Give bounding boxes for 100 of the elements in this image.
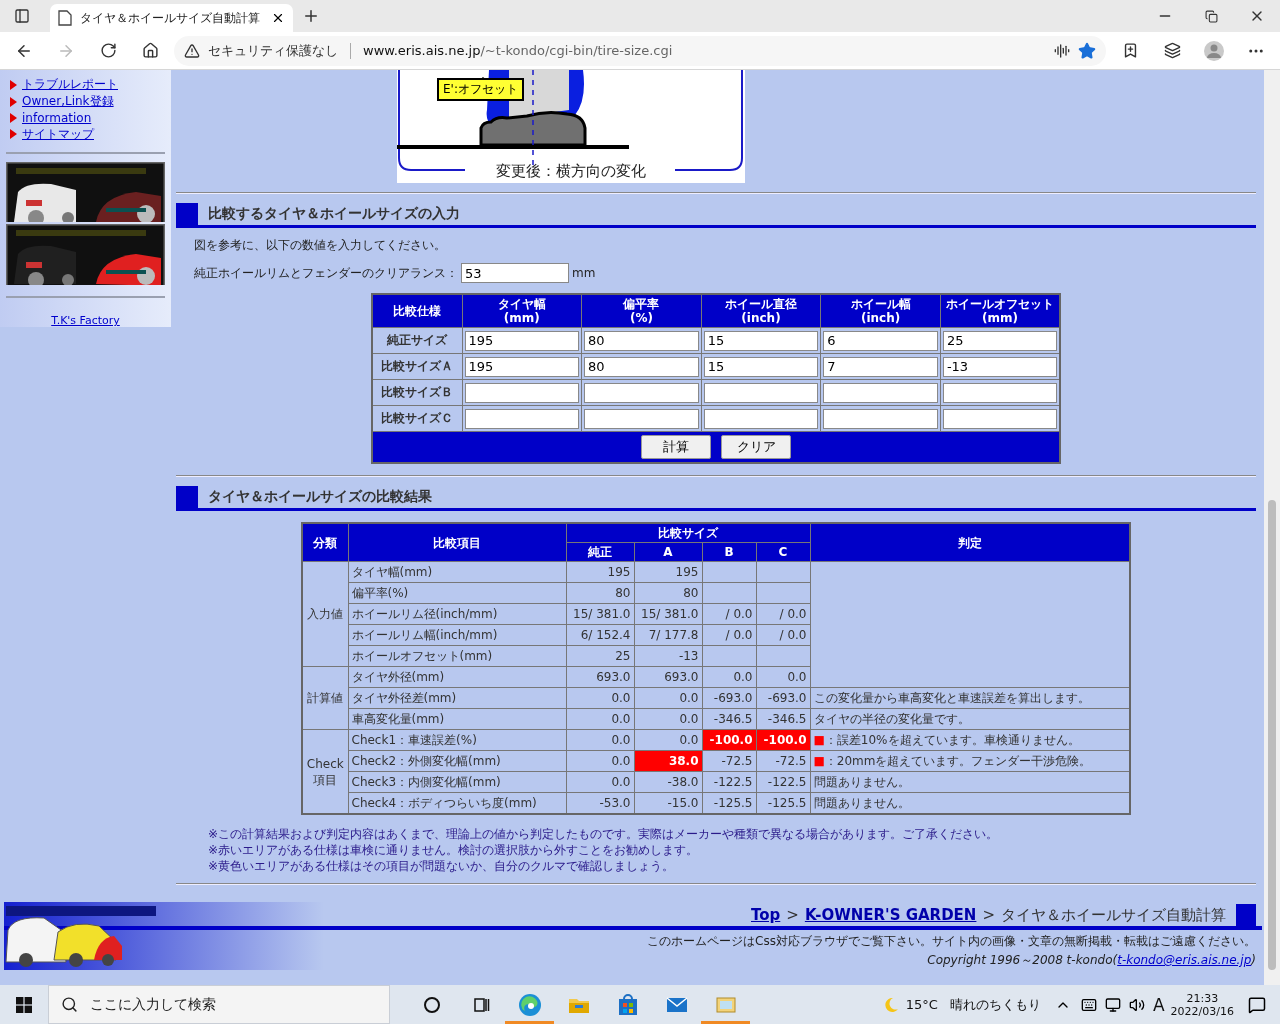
windows-start-icon[interactable]	[16, 996, 32, 1013]
input-field[interactable]: 15	[703, 330, 819, 351]
table-cell: タイヤ外径(mm)	[348, 666, 566, 688]
circle-icon	[422, 995, 441, 1014]
input-field[interactable]: 15	[703, 356, 819, 377]
breadcrumb-separator: >	[786, 906, 799, 924]
column-header: ホイールオフセット (mm)	[940, 294, 1060, 328]
table-cell: Check4：ボディつらいち度(mm)	[348, 792, 566, 814]
note-text: ※黄色いエリアがある仕様はその項目が問題ないか、自分のクルマで確認しましょう。	[208, 858, 676, 874]
sidebar-link[interactable]: トラブルレポート	[22, 76, 118, 93]
browser-icon	[517, 992, 542, 1017]
field-label: 純正ホイールリムとフェンダーのクリアランス：	[194, 264, 458, 282]
temperature-text: 15°C	[905, 997, 938, 1012]
sidebar-link[interactable]: information	[22, 110, 92, 125]
input-field[interactable]: 7	[823, 356, 938, 377]
bullet-icon	[10, 129, 17, 140]
close-icon[interactable]	[271, 11, 285, 25]
column-header: ホイール幅 (inch)	[820, 294, 941, 328]
section-title: 比較するタイヤ＆ホイールサイズの入力	[208, 205, 460, 223]
input-field[interactable]	[942, 408, 1057, 429]
column-header: ホイール直径 (inch)	[701, 294, 821, 328]
input-field[interactable]	[823, 408, 938, 429]
read-aloud-icon[interactable]	[1054, 42, 1070, 59]
table-cell: Check2：外側変化幅(mm)	[348, 750, 566, 772]
section-title: タイヤ＆ホイールサイズの比較結果	[208, 488, 432, 506]
judgement-text: ■：20mmを超えています。フェンダー干渉危険。	[810, 750, 1130, 772]
notification-icon[interactable]	[1248, 995, 1266, 1014]
judgement-text: 問題ありません。	[810, 792, 1130, 814]
breadcrumb-link[interactable]: K-OWNER'S GARDEN	[804, 906, 977, 924]
unit-label: mm	[572, 266, 596, 280]
notice-text: このホームページはCss対応ブラウザでご覧下さい。サイト内の画像・文章の無断掲載・転載はご遠慮ください。	[647, 933, 1256, 950]
weather-text: 晴れのちくもり	[949, 995, 1041, 1014]
input-field[interactable]	[823, 382, 938, 403]
clock[interactable]: 21:33 2022/03/16	[1170, 991, 1234, 1018]
table-cell: ホイールオフセット(mm)	[348, 645, 566, 667]
tab-title: タイヤ＆ホイールサイズ自動計算	[80, 9, 261, 27]
volume-icon[interactable]	[1128, 996, 1145, 1013]
url-text: www.eris.ais.ne.jp/~t-kondo/cgi-bin/tire-size.cgi	[363, 43, 674, 58]
column-header: タイヤ幅 (mm)	[462, 294, 582, 328]
address-bar[interactable]: セキュリティ保護なし www.eris.ais.ne.jp/~t-kondo/cgi-bin/tire-size.cgi	[174, 35, 1106, 66]
column-header: 比較仕様	[372, 294, 462, 328]
row-header: 比較サイズＡ	[372, 353, 462, 380]
column-header: 判定	[810, 523, 1130, 562]
sidebar-link[interactable]: サイトマップ	[22, 125, 94, 143]
input-field[interactable]: 6	[823, 330, 938, 351]
sidebar-link[interactable]: T.K's Factory	[51, 314, 120, 327]
network-icon[interactable]	[1104, 996, 1121, 1013]
instruction-text: 図を参考に、以下の数値を入力してください。	[194, 237, 447, 254]
security-label: セキュリティ保護なし	[208, 41, 338, 60]
column-header: 分類	[302, 523, 348, 562]
table-cell: Check1：車速誤差(%)	[348, 729, 566, 751]
row-header: 計算値	[302, 666, 348, 730]
input-field[interactable]: 195	[464, 330, 580, 351]
input-field[interactable]	[584, 382, 699, 403]
form-button[interactable]: 計算	[641, 435, 711, 459]
favorite-star-icon[interactable]	[1078, 41, 1096, 60]
collections-icon[interactable]	[1163, 42, 1181, 59]
sidebar-toggle-icon[interactable]	[14, 8, 30, 24]
table-cell: タイヤ幅(mm)	[348, 561, 566, 583]
row-header: 比較サイズＣ	[372, 405, 462, 432]
breadcrumb-link[interactable]: Top	[751, 906, 781, 924]
table-cell: 車高変化量(mm)	[348, 708, 566, 730]
search-icon	[61, 996, 78, 1013]
input-field[interactable]	[703, 382, 819, 403]
keyboard-icon[interactable]	[1080, 996, 1097, 1013]
callout-label: E':オフセット	[437, 78, 524, 101]
row-header: 比較サイズＢ	[372, 379, 462, 406]
column-header: 比較項目	[348, 523, 566, 562]
ime-indicator[interactable]: A	[1152, 994, 1165, 1015]
form-button[interactable]: クリア	[721, 435, 791, 459]
home-icon[interactable]	[141, 42, 159, 59]
avatar-icon[interactable]	[1203, 39, 1225, 62]
judgement-text: この変化量から車高変化と車速誤差を算出します。	[810, 687, 1130, 709]
input-field[interactable]	[464, 382, 580, 403]
new-tab-icon[interactable]	[302, 7, 320, 25]
email-link[interactable]: t-kondo@eris.ais.ne.jp	[1117, 953, 1252, 967]
input-field[interactable]: 80	[584, 356, 699, 377]
input-field[interactable]	[584, 408, 699, 429]
input-field[interactable]: 25	[942, 330, 1057, 351]
bullet-icon	[10, 96, 17, 107]
sidebar-link[interactable]: Owner,Link登録	[22, 93, 114, 110]
input-field[interactable]	[942, 382, 1057, 403]
input-field[interactable]	[464, 408, 580, 429]
browser-tab[interactable]: タイヤ＆ホイールサイズ自動計算	[50, 4, 293, 32]
table-cell: ホイールリム径(inch/mm)	[348, 603, 566, 625]
taskbar-search-field[interactable]: ここに入力して検索	[48, 985, 390, 1024]
heading-marker	[1236, 904, 1256, 926]
task-view-icon	[471, 995, 490, 1014]
input-field[interactable]	[703, 408, 819, 429]
restore-icon[interactable]	[1204, 9, 1218, 23]
row-header: 純正サイズ	[372, 327, 462, 354]
reload-icon[interactable]	[99, 42, 117, 59]
input-field[interactable]: 195	[464, 356, 580, 377]
column-header: 比較サイズ	[566, 523, 810, 543]
input-field[interactable]: 80	[584, 330, 699, 351]
input-field[interactable]: -13	[942, 356, 1057, 377]
clearance-field[interactable]: 53	[461, 263, 569, 283]
scroll-thumb[interactable]	[1268, 500, 1276, 970]
warning-icon	[184, 42, 200, 59]
judgement-text: ■：誤差10%を超えています。車検通りません。	[810, 729, 1130, 751]
